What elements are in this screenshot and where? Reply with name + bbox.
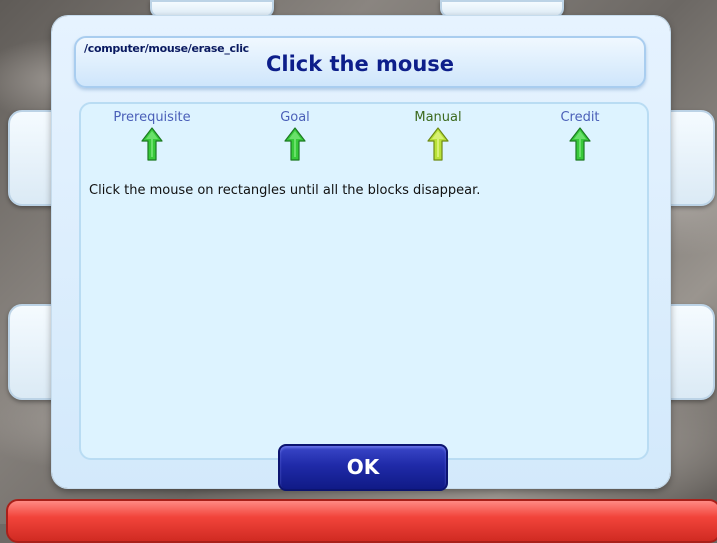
tab-label: Goal [280, 110, 310, 125]
description-text: Click the mouse on rectangles until all … [89, 183, 481, 198]
green-up-arrow-icon [569, 127, 591, 161]
tab-manual[interactable]: Manual [388, 110, 488, 161]
tab-label: Manual [414, 110, 462, 125]
tab-goal[interactable]: Goal [245, 110, 345, 161]
tab-label: Prerequisite [113, 110, 191, 125]
content-panel: Prerequisite Goal Manual Credit Click th… [79, 102, 649, 460]
tab-label: Credit [560, 110, 600, 125]
title-bar: /computer/mouse/erase_clic Click the mou… [74, 36, 646, 88]
tab-prerequisite[interactable]: Prerequisite [102, 110, 202, 161]
yellow-green-up-arrow-icon [427, 127, 449, 161]
help-dialog: /computer/mouse/erase_clic Click the mou… [52, 16, 670, 491]
bottom-bar [6, 499, 717, 543]
tab-credit[interactable]: Credit [530, 110, 630, 161]
page-title: Click the mouse [265, 52, 455, 76]
green-up-arrow-icon [284, 127, 306, 161]
green-up-arrow-icon [141, 127, 163, 161]
ok-button[interactable]: OK [278, 444, 448, 491]
